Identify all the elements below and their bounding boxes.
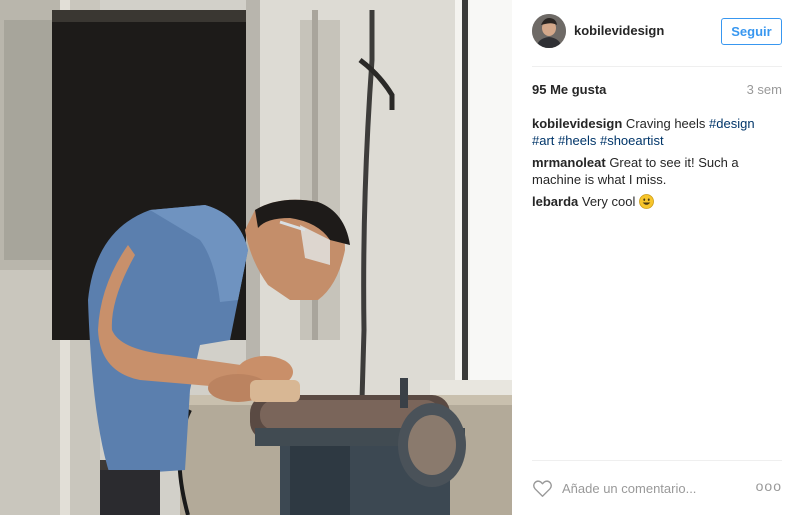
comment-text: Very cool: [578, 194, 639, 209]
post-details-panel: kobilevidesign Seguir 95 Me gusta 3 sem …: [512, 0, 800, 515]
more-options-icon[interactable]: ooo: [756, 478, 782, 494]
avatar[interactable]: [532, 14, 566, 48]
hashtag-link[interactable]: #shoeartist: [600, 133, 664, 148]
post-header: kobilevidesign Seguir: [532, 12, 782, 50]
workshop-photo: [0, 0, 512, 515]
divider: [532, 460, 782, 461]
comment-author[interactable]: kobilevidesign: [532, 116, 622, 131]
divider: [532, 66, 782, 67]
likes-row: 95 Me gusta 3 sem: [532, 82, 782, 100]
comment-item: kobilevidesign Craving heels #design #ar…: [532, 115, 767, 149]
comments-list: kobilevidesign Craving heels #design #ar…: [532, 115, 767, 215]
likes-count[interactable]: 95 Me gusta: [532, 82, 606, 97]
post-time[interactable]: 3 sem: [747, 82, 782, 97]
post-photo[interactable]: [0, 0, 512, 515]
comment-author[interactable]: lebarda: [532, 194, 578, 209]
add-comment-input[interactable]: [562, 478, 747, 498]
comment-footer: ooo: [532, 476, 782, 500]
follow-button[interactable]: Seguir: [721, 18, 782, 45]
comment-text: Craving heels: [622, 116, 710, 131]
avatar-image: [532, 14, 566, 48]
grinning-face-icon: [639, 194, 654, 209]
comment-author[interactable]: mrmanoleat: [532, 155, 606, 170]
like-heart-icon[interactable]: [532, 479, 553, 498]
comment-item: mrmanoleat Great to see it! Such a machi…: [532, 154, 767, 188]
username-link[interactable]: kobilevidesign: [574, 23, 664, 38]
hashtag-link[interactable]: #heels: [558, 133, 596, 148]
hashtag-link[interactable]: #design: [709, 116, 755, 131]
comment-item: lebarda Very cool: [532, 193, 767, 210]
hashtag-link[interactable]: #art: [532, 133, 554, 148]
